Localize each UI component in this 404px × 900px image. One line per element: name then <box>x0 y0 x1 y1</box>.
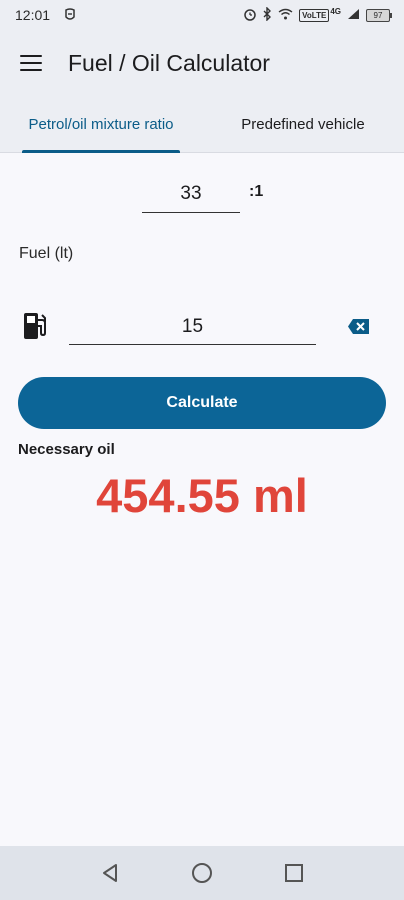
tab-predefined-vehicle[interactable]: Predefined vehicle <box>202 96 404 152</box>
tab-label: Petrol/oil mixture ratio <box>28 115 174 133</box>
fuel-input[interactable] <box>69 310 316 345</box>
battery-icon: 97 <box>366 8 392 22</box>
result-value: 454.55 ml <box>96 469 308 522</box>
result-label: Necessary oil <box>18 441 115 458</box>
notification-app-icon <box>64 7 76 23</box>
app-title: Fuel / Oil Calculator <box>68 49 270 76</box>
recents-square-icon[interactable] <box>281 860 307 886</box>
app-bar: Fuel / Oil Calculator <box>0 30 404 96</box>
hamburger-menu-icon[interactable] <box>20 53 46 73</box>
network-type-label: 4G <box>330 6 341 16</box>
fuel-pump-icon <box>24 313 46 339</box>
signal-icon <box>347 8 360 22</box>
fuel-label: Fuel (lt) <box>19 245 74 262</box>
system-nav-bar <box>0 846 404 900</box>
calculate-button[interactable]: Calculate <box>18 377 386 429</box>
home-circle-icon[interactable] <box>189 860 215 886</box>
tab-mixture-ratio[interactable]: Petrol/oil mixture ratio <box>0 96 202 153</box>
bluetooth-icon <box>263 6 272 23</box>
alarm-icon <box>243 7 257 23</box>
active-tab-indicator <box>22 150 180 153</box>
tab-bar: Petrol/oil mixture ratio Predefined vehi… <box>0 96 404 153</box>
ratio-input[interactable] <box>142 175 240 213</box>
battery-level: 97 <box>373 10 383 20</box>
status-time: 12:01 <box>15 7 51 23</box>
status-right: VoLTE 4G 97 <box>243 6 392 23</box>
volte-badge: VoLTE <box>299 8 330 22</box>
back-triangle-icon[interactable] <box>97 860 123 886</box>
status-bar: 12:01 VoLTE 4G 97 <box>0 0 404 30</box>
tab-label: Predefined vehicle <box>241 115 365 133</box>
status-left: 12:01 <box>15 7 76 23</box>
ratio-suffix: :1 <box>249 183 264 200</box>
ratio-row: :1 <box>142 175 302 215</box>
wifi-icon <box>278 8 293 22</box>
backspace-icon[interactable] <box>347 318 370 335</box>
